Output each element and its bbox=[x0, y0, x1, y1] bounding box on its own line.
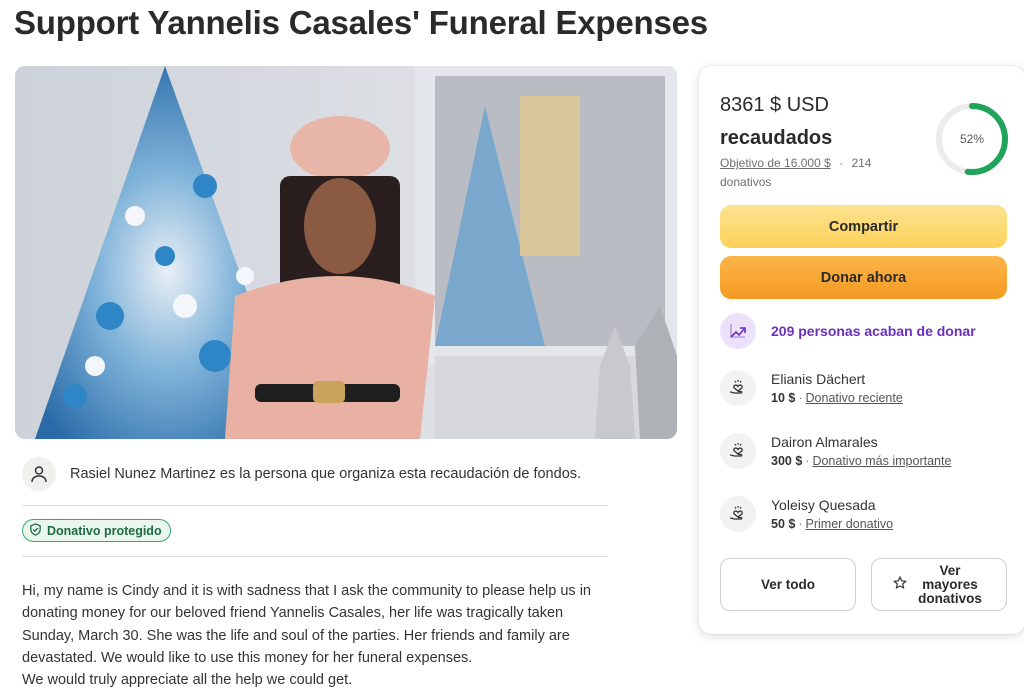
recent-activity: 209 personas acaban de donar bbox=[720, 313, 1007, 349]
protected-donation-badge: Donativo protegido bbox=[22, 519, 171, 542]
separator: · bbox=[798, 391, 803, 405]
separator: · bbox=[839, 156, 844, 170]
donor-row: Dairon Almarales 300 $ · Donativo más impo… bbox=[720, 431, 1007, 471]
trending-up-icon bbox=[720, 313, 756, 349]
heart-hand-icon bbox=[720, 370, 756, 406]
separator: · bbox=[798, 517, 803, 531]
donor-meta: 300 $ · Donativo más importante bbox=[771, 452, 951, 470]
donor-name: Yoleisy Quesada bbox=[771, 497, 876, 513]
user-icon bbox=[22, 457, 56, 491]
donations-count: 214 bbox=[851, 156, 872, 170]
donation-card: 8361 $ USD recaudados Objetivo de 16.000… bbox=[699, 66, 1024, 634]
recent-activity-text: 209 personas acaban de donar bbox=[771, 323, 976, 339]
badge-label: Donativo protegido bbox=[47, 523, 162, 538]
organizer-text: Rasiel Nunez Martinez es la persona que … bbox=[70, 466, 582, 482]
story-line: devastated. We would like to use this mo… bbox=[22, 649, 473, 666]
divider bbox=[22, 505, 608, 506]
goal-line: Objetivo de 16.000 $ · 214 donativos bbox=[720, 154, 920, 192]
donor-name: Dairon Almarales bbox=[771, 434, 878, 450]
top-donations-button[interactable]: Ver mayores donativos bbox=[871, 558, 1007, 611]
heart-hand-icon bbox=[720, 496, 756, 532]
amount-value: 8361 $ USD bbox=[720, 94, 829, 116]
story-text: Hi, my name is Cindy and it is with sadn… bbox=[22, 580, 622, 691]
donor-name: Elianis Dächert bbox=[771, 371, 866, 387]
organizer-row: Rasiel Nunez Martinez es la persona que … bbox=[22, 456, 608, 492]
campaign-photo bbox=[15, 66, 677, 439]
donor-row: Yoleisy Quesada 50 $ · Primer donativo bbox=[720, 494, 1007, 534]
story-line: donating money for our beloved friend Ya… bbox=[22, 605, 564, 622]
see-all-button[interactable]: Ver todo bbox=[720, 558, 856, 611]
donations-label: donativos bbox=[720, 175, 772, 189]
donor-meta: 50 $ · Primer donativo bbox=[771, 515, 893, 533]
amount-raised: 8361 $ USD recaudados bbox=[720, 89, 920, 155]
donate-now-button[interactable]: Donar ahora bbox=[720, 256, 1007, 299]
donor-meta: 10 $ · Donativo reciente bbox=[771, 389, 903, 407]
raised-label: recaudados bbox=[720, 127, 833, 149]
divider bbox=[22, 556, 608, 557]
star-icon bbox=[893, 575, 907, 593]
donor-row: Elianis Dächert 10 $ · Donativo reciente bbox=[720, 368, 1007, 408]
top-donations-label: Ver mayores donativos bbox=[918, 562, 982, 606]
share-button[interactable]: Compartir bbox=[720, 205, 1007, 248]
heart-hand-icon bbox=[720, 433, 756, 469]
donor-tag[interactable]: Donativo reciente bbox=[806, 391, 903, 405]
donor-amount: 50 $ bbox=[771, 517, 796, 531]
story-line: We would truly appreciate all the help w… bbox=[22, 672, 353, 689]
page-title: Support Yannelis Casales' Funeral Expens… bbox=[14, 4, 708, 41]
story-line: Sunday, March 30. She was the life and s… bbox=[22, 627, 570, 644]
separator: · bbox=[805, 454, 810, 468]
donor-amount: 10 $ bbox=[771, 391, 796, 405]
donor-tag[interactable]: Primer donativo bbox=[806, 517, 894, 531]
donor-amount: 300 $ bbox=[771, 454, 803, 468]
goal-link[interactable]: Objetivo de 16.000 $ bbox=[720, 156, 831, 170]
progress-percent: 52% bbox=[959, 132, 985, 146]
story-line: Hi, my name is Cindy and it is with sadn… bbox=[22, 583, 591, 599]
shield-check-icon bbox=[29, 522, 42, 539]
donor-tag[interactable]: Donativo más importante bbox=[812, 454, 951, 468]
